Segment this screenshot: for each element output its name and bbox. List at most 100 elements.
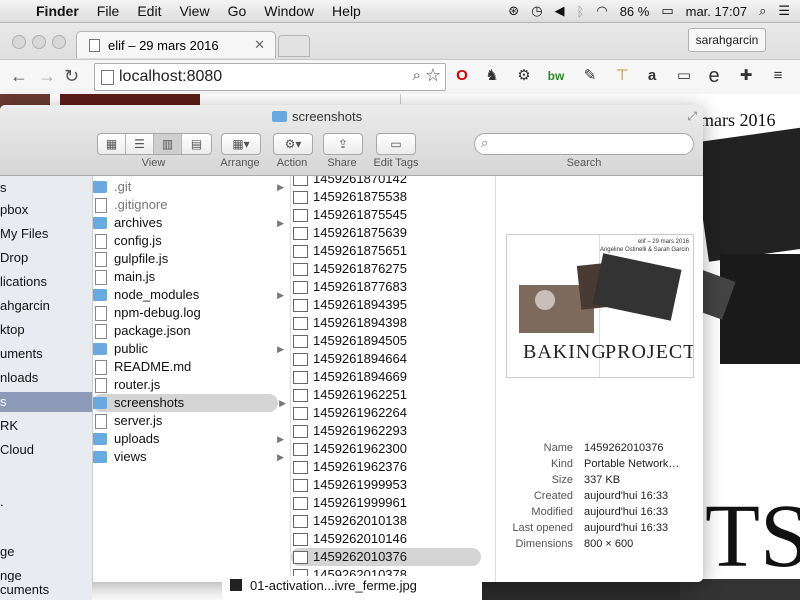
list-view-button[interactable]: ☰	[126, 134, 154, 154]
sidebar-item-all-my-files[interactable]: My Files	[0, 226, 48, 241]
menu-window[interactable]: Window	[264, 3, 314, 19]
eyedropper-extension-icon[interactable]: ✎	[580, 66, 600, 86]
menu-help[interactable]: Help	[332, 3, 361, 19]
list-item[interactable]: README.md	[92, 358, 290, 376]
sidebar-item-downloads[interactable]: nloads	[0, 370, 38, 385]
menu-view[interactable]: View	[179, 3, 209, 19]
list-item-selected[interactable]: screenshots ▶	[92, 394, 286, 412]
menu-go[interactable]: Go	[228, 3, 247, 19]
browser-tab[interactable]: elif – 29 mars 2016 ✕	[76, 31, 276, 58]
sidebar-item-icloud[interactable]: Cloud	[0, 442, 34, 457]
back-icon[interactable]: ←	[10, 66, 28, 87]
list-item[interactable]: 1459261875538	[291, 188, 495, 206]
list-item[interactable]: config.js	[92, 232, 290, 250]
bluetooth-icon[interactable]: ᛒ	[577, 4, 585, 19]
preview-thumbnail[interactable]: elif – 29 mars 2016 Angeline Ostinelli &…	[506, 234, 694, 378]
ruler-extension-icon[interactable]: ⊤	[612, 66, 632, 86]
sidebar-item-airdrop[interactable]: Drop	[0, 250, 28, 265]
puzzle-extension-icon[interactable]: ✚	[736, 66, 756, 86]
minimize-window-button[interactable]	[32, 35, 46, 49]
volume-icon[interactable]: ◀	[555, 3, 565, 19]
list-item[interactable]: 1459261962293	[291, 422, 495, 440]
menu-edit[interactable]: Edit	[137, 3, 161, 19]
amazon-extension-icon[interactable]: a	[642, 66, 662, 86]
list-item[interactable]: views ▶	[92, 448, 290, 466]
list-item[interactable]: main.js	[92, 268, 290, 286]
evernote-extension-icon[interactable]: ♞	[482, 66, 502, 86]
url-text[interactable]: localhost:8080	[119, 68, 222, 86]
list-item[interactable]: 1459261894395	[291, 296, 495, 314]
time-machine-icon[interactable]: ◷	[531, 3, 542, 19]
list-item[interactable]: archives ▶	[92, 214, 290, 232]
sidebar-item-orange-tag[interactable]: nge	[0, 568, 22, 582]
list-item[interactable]: 1459261870142	[291, 176, 495, 188]
menu-file[interactable]: File	[97, 3, 120, 19]
cast-extension-icon[interactable]: ▭	[674, 66, 694, 86]
list-item[interactable]: 1459261875545	[291, 206, 495, 224]
profile-button[interactable]: sarahgarcin	[688, 28, 766, 52]
list-item[interactable]: gulpfile.js	[92, 250, 290, 268]
zoom-window-button[interactable]	[52, 35, 66, 49]
list-item[interactable]: 1459261894669	[291, 368, 495, 386]
icon-view-button[interactable]: ▦	[98, 134, 126, 154]
spotlight-icon[interactable]: ⌕	[759, 3, 766, 19]
list-item[interactable]: .gitignore	[92, 196, 290, 214]
list-item[interactable]: 1459261877683	[291, 278, 495, 296]
list-item[interactable]: 1459261962264	[291, 404, 495, 422]
list-item[interactable]: 1459261962376	[291, 458, 495, 476]
list-item[interactable]: .git ▶	[92, 178, 290, 196]
clock[interactable]: mar. 17:07	[686, 4, 747, 19]
list-item[interactable]: 1459261875651	[291, 242, 495, 260]
list-item[interactable]: node_modules ▶	[92, 286, 290, 304]
background-file-row[interactable]: 01-activation...ivre_ferme.jpg	[222, 576, 482, 600]
list-item[interactable]: 1459262010138	[291, 512, 495, 530]
list-item[interactable]: public ▶	[92, 340, 290, 358]
address-bar[interactable]: localhost:8080 ⌕ ☆	[94, 63, 446, 91]
forward-icon[interactable]: →	[38, 66, 56, 87]
list-item[interactable]: 1459261875639	[291, 224, 495, 242]
sidebar-item-documents[interactable]: uments	[0, 346, 43, 361]
list-item[interactable]: server.js	[92, 412, 290, 430]
search-icon[interactable]: ⌕	[413, 67, 421, 84]
opera-extension-icon[interactable]: O	[452, 66, 472, 86]
list-item[interactable]: 1459261894505	[291, 332, 495, 350]
reload-icon[interactable]: ↻	[64, 66, 79, 87]
list-item[interactable]: 1459261894398	[291, 314, 495, 332]
arrange-button[interactable]: ▦▾	[221, 133, 261, 155]
sidebar-item-storage[interactable]: ge	[0, 544, 14, 559]
bw-extension-icon[interactable]: bw	[546, 66, 566, 86]
close-tab-icon[interactable]: ✕	[254, 37, 265, 53]
sidebar-item-applications[interactable]: lications	[0, 274, 47, 289]
close-window-button[interactable]	[12, 35, 26, 49]
fullscreen-icon[interactable]: ⤢	[687, 109, 697, 124]
action-button[interactable]: ⚙▾	[273, 133, 313, 155]
battery-percent[interactable]: 86 %	[620, 4, 650, 19]
menu-app-finder[interactable]: Finder	[36, 3, 79, 19]
e-extension-icon[interactable]: e	[704, 66, 724, 86]
list-item[interactable]: 1459261999961	[291, 494, 495, 512]
bookmark-star-icon[interactable]: ☆	[425, 65, 441, 86]
list-item[interactable]: uploads ▶	[92, 430, 290, 448]
page-info-icon[interactable]	[101, 70, 114, 85]
wifi-icon[interactable]: ◠	[596, 3, 607, 19]
sidebar-item-selected[interactable]: s	[0, 394, 7, 409]
status-app-icon[interactable]: ⊛	[508, 3, 519, 19]
battery-icon[interactable]: ▭	[661, 3, 673, 19]
new-tab-button[interactable]	[278, 35, 310, 57]
list-item[interactable]: 1459261962251	[291, 386, 495, 404]
notification-center-icon[interactable]: ☰	[778, 3, 790, 19]
list-item[interactable]: router.js	[92, 376, 290, 394]
column-view-button[interactable]: ▥	[154, 134, 182, 154]
list-item[interactable]: 1459261999953	[291, 476, 495, 494]
list-item[interactable]: 1459262010146	[291, 530, 495, 548]
list-item[interactable]: 1459261876275	[291, 260, 495, 278]
sidebar-item-device[interactable]: .	[0, 494, 4, 509]
list-item[interactable]: 1459261894664	[291, 350, 495, 368]
sidebar-item-documents-bottom[interactable]: cuments	[0, 582, 92, 600]
sidebar-item-work[interactable]: RK	[0, 418, 18, 433]
list-item[interactable]: package.json	[92, 322, 290, 340]
share-button[interactable]: ⇪	[323, 133, 363, 155]
list-item[interactable]: npm-debug.log	[92, 304, 290, 322]
sidebar-item-desktop[interactable]: ktop	[0, 322, 25, 337]
search-field[interactable]: ⌕	[474, 133, 694, 155]
